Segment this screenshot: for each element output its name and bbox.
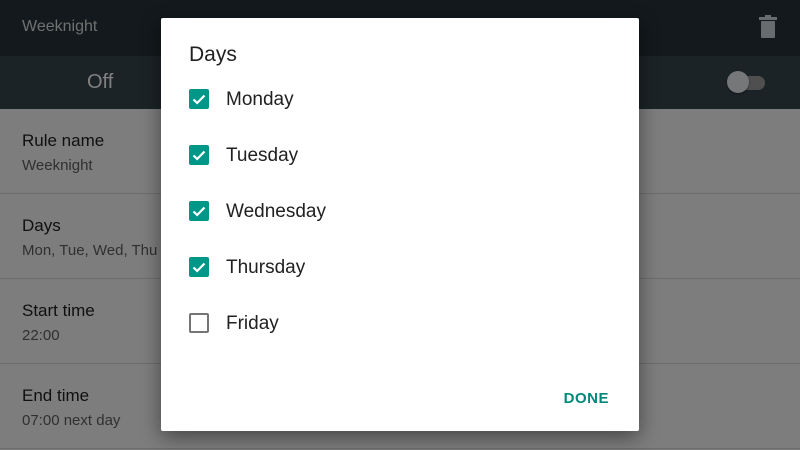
days-dialog: Days Monday Tuesday Wednesday Thursday F… (161, 18, 639, 431)
checkbox-checked-icon[interactable] (189, 89, 209, 109)
checkbox-checked-icon[interactable] (189, 201, 209, 221)
day-option-wednesday[interactable]: Wednesday (189, 191, 619, 231)
day-label: Friday (226, 313, 279, 334)
day-label: Monday (226, 89, 294, 110)
day-label: Thursday (226, 257, 306, 278)
day-option-monday[interactable]: Monday (189, 79, 619, 119)
day-option-friday[interactable]: Friday (189, 303, 619, 343)
checkbox-checked-icon[interactable] (189, 145, 209, 165)
checkbox-unchecked-icon[interactable] (189, 313, 209, 333)
done-button[interactable]: DONE (564, 390, 609, 407)
day-label: Wednesday (226, 201, 326, 222)
day-label: Tuesday (226, 145, 299, 166)
checkbox-checked-icon[interactable] (189, 257, 209, 277)
day-option-thursday[interactable]: Thursday (189, 247, 619, 287)
dialog-title: Days (189, 43, 237, 66)
day-option-tuesday[interactable]: Tuesday (189, 135, 619, 175)
